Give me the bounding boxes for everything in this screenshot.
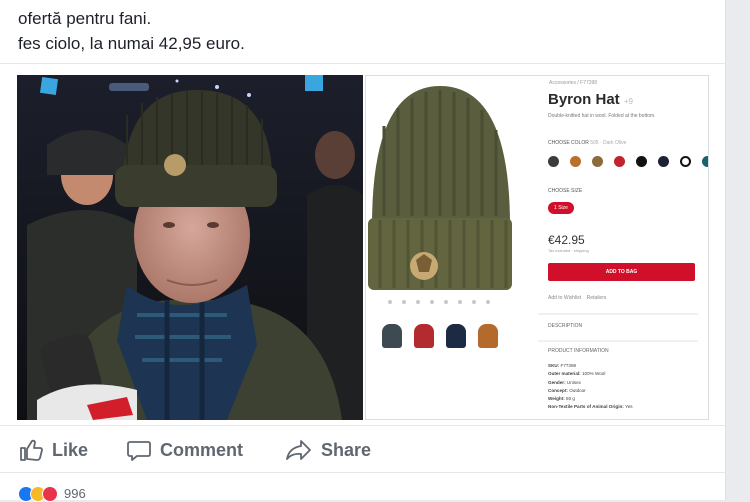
color-swatch[interactable] bbox=[614, 156, 625, 167]
product-info-list: SKU: F77398 Outer material: 100% Wool Gend… bbox=[548, 362, 633, 412]
product-title-suffix: +9 bbox=[623, 97, 633, 106]
product-info-row: Non-Textile Parts of Animal Origin: Yes bbox=[548, 403, 633, 411]
like-label: Like bbox=[52, 439, 89, 460]
selected-color-value: 505 · Dark Olive bbox=[590, 140, 627, 146]
product-page-screenshot[interactable]: Accessories / F77398 Byron Hat +9 Double… bbox=[365, 75, 709, 420]
comment-button[interactable]: Comment bbox=[126, 435, 243, 465]
retailers-link[interactable]: Retailers bbox=[587, 295, 607, 301]
product-info-row: Weight: 80 g bbox=[548, 395, 633, 403]
comment-icon bbox=[127, 441, 151, 461]
product-info-key: Gender: bbox=[548, 379, 567, 385]
scrollbar[interactable] bbox=[738, 0, 750, 500]
color-thumbnail[interactable] bbox=[446, 324, 466, 348]
product-info-row: Concept: Outdoor bbox=[548, 387, 633, 395]
product-info-value: 100% Wool bbox=[581, 371, 606, 377]
color-swatch[interactable] bbox=[592, 156, 603, 167]
product-title-text: Byron Hat bbox=[548, 91, 620, 108]
like-button[interactable]: Like bbox=[18, 435, 88, 465]
color-swatch[interactable] bbox=[680, 156, 691, 167]
product-price: €42.95 bbox=[548, 233, 585, 247]
share-label: Share bbox=[321, 439, 372, 460]
product-info-row: Gender: Unisex bbox=[548, 379, 633, 387]
breadcrumb[interactable]: Accessories / F77398 bbox=[549, 80, 597, 86]
color-swatch[interactable] bbox=[636, 156, 647, 167]
product-info-heading[interactable]: PRODUCT INFORMATION bbox=[548, 348, 609, 354]
comment-label: Comment bbox=[160, 439, 244, 460]
wishlist-row: Add to Wishlist Retailers bbox=[548, 295, 606, 301]
post-text-line-1: ofertă pentru fani. bbox=[18, 9, 152, 28]
choose-size-label: CHOOSE SIZE bbox=[548, 188, 583, 194]
color-swatch[interactable] bbox=[658, 156, 669, 167]
choose-color-row: CHOOSE COLOR 505 · Dark Olive bbox=[548, 140, 626, 146]
price-note[interactable]: Tax included · shipping bbox=[548, 248, 589, 253]
product-info-value: Yes bbox=[625, 404, 633, 410]
color-swatch[interactable] bbox=[570, 156, 581, 167]
photo-illustration bbox=[17, 75, 363, 420]
choose-color-label: CHOOSE COLOR bbox=[548, 140, 589, 146]
product-page-graphics bbox=[368, 86, 698, 342]
color-swatch[interactable] bbox=[702, 156, 708, 167]
product-info-row: Outer material: 100% Wool bbox=[548, 370, 633, 378]
share-icon bbox=[286, 440, 311, 460]
product-info-value: Unisex bbox=[566, 379, 581, 385]
size-option-button[interactable]: 1 Size bbox=[548, 202, 574, 214]
product-info-key: SKU: bbox=[548, 363, 561, 368]
product-info-key: Weight: bbox=[548, 396, 567, 402]
color-thumbnail[interactable] bbox=[478, 324, 498, 348]
divider bbox=[0, 63, 726, 64]
product-info-row: SKU: F77398 bbox=[548, 362, 633, 370]
product-title: Byron Hat +9 bbox=[548, 91, 633, 108]
product-info-value: Outdoor bbox=[569, 387, 586, 393]
add-to-bag-button[interactable]: ADD TO BAG bbox=[548, 263, 695, 281]
color-swatch[interactable] bbox=[548, 156, 559, 167]
product-info-key: Concept: bbox=[548, 387, 570, 393]
post-photo[interactable] bbox=[17, 75, 363, 420]
share-button[interactable]: Share bbox=[285, 435, 371, 465]
post-text-line-2: fes ciolo, la numai 42,95 euro. bbox=[18, 34, 245, 53]
product-info-value: 80 g bbox=[566, 396, 575, 402]
color-thumbnail[interactable] bbox=[382, 324, 402, 348]
post-text: ofertă pentru fani. fes ciolo, la numai … bbox=[18, 6, 245, 56]
product-description-short: Double-knitted hat in wool. Folded at th… bbox=[548, 113, 656, 119]
product-info-key: Outer material: bbox=[548, 371, 582, 377]
facebook-post: ofertă pentru fani. fes ciolo, la numai … bbox=[0, 0, 726, 502]
product-info-key: Non-Textile Parts of Animal Origin: bbox=[548, 404, 626, 410]
color-thumbnail[interactable] bbox=[414, 324, 434, 348]
thumbs-up-icon bbox=[20, 439, 43, 461]
post-action-bar: Like Comment Share bbox=[0, 425, 726, 473]
product-info-value: F77398 bbox=[560, 363, 577, 368]
description-heading[interactable]: DESCRIPTION bbox=[548, 323, 582, 329]
add-to-wishlist-link[interactable]: Add to Wishlist bbox=[548, 295, 581, 301]
